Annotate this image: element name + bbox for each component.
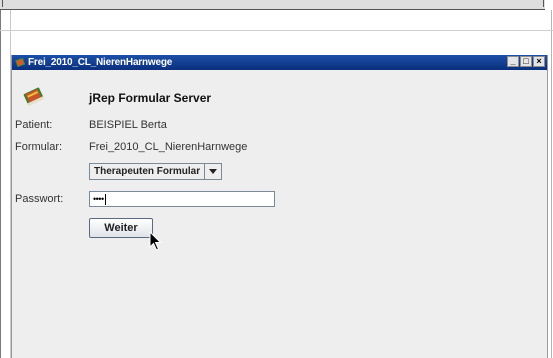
form-type-selected: Therapeuten Formular — [90, 164, 205, 179]
page-title: jRep Formular Server — [89, 91, 212, 105]
formular-value: Frei_2010_CL_NierenHarnwege — [89, 141, 248, 153]
continue-button[interactable]: Weiter — [89, 218, 153, 238]
background-scrollbar — [0, 0, 545, 10]
login-dialog: Frei_2010_CL_NierenHarnwege _ □ × jRep F… — [11, 55, 548, 358]
form-type-select[interactable]: Therapeuten Formular — [89, 163, 222, 180]
title-bar[interactable]: Frei_2010_CL_NierenHarnwege _ □ × — [12, 55, 547, 70]
background-divider — [0, 30, 553, 31]
password-field[interactable]: •••• — [89, 191, 275, 207]
window-title: Frei_2010_CL_NierenHarnwege — [28, 57, 173, 68]
mouse-pointer-icon — [149, 231, 162, 251]
formular-label: Formular: — [15, 141, 63, 153]
password-label: Passwort: — [15, 193, 64, 205]
close-button[interactable]: × — [533, 56, 545, 67]
patient-value: BEISPIEL Berta — [89, 119, 167, 131]
maximize-button[interactable]: □ — [520, 56, 532, 67]
app-book-icon — [23, 87, 45, 107]
patient-label: Patient: — [15, 119, 53, 131]
background-window — [0, 0, 553, 48]
combo-arrow-icon[interactable] — [205, 164, 221, 179]
background-border-right — [551, 10, 552, 358]
password-value: •••• — [93, 194, 104, 204]
background-border-left — [0, 10, 1, 358]
app-book-icon — [15, 57, 26, 68]
minimize-button[interactable]: _ — [507, 56, 519, 67]
